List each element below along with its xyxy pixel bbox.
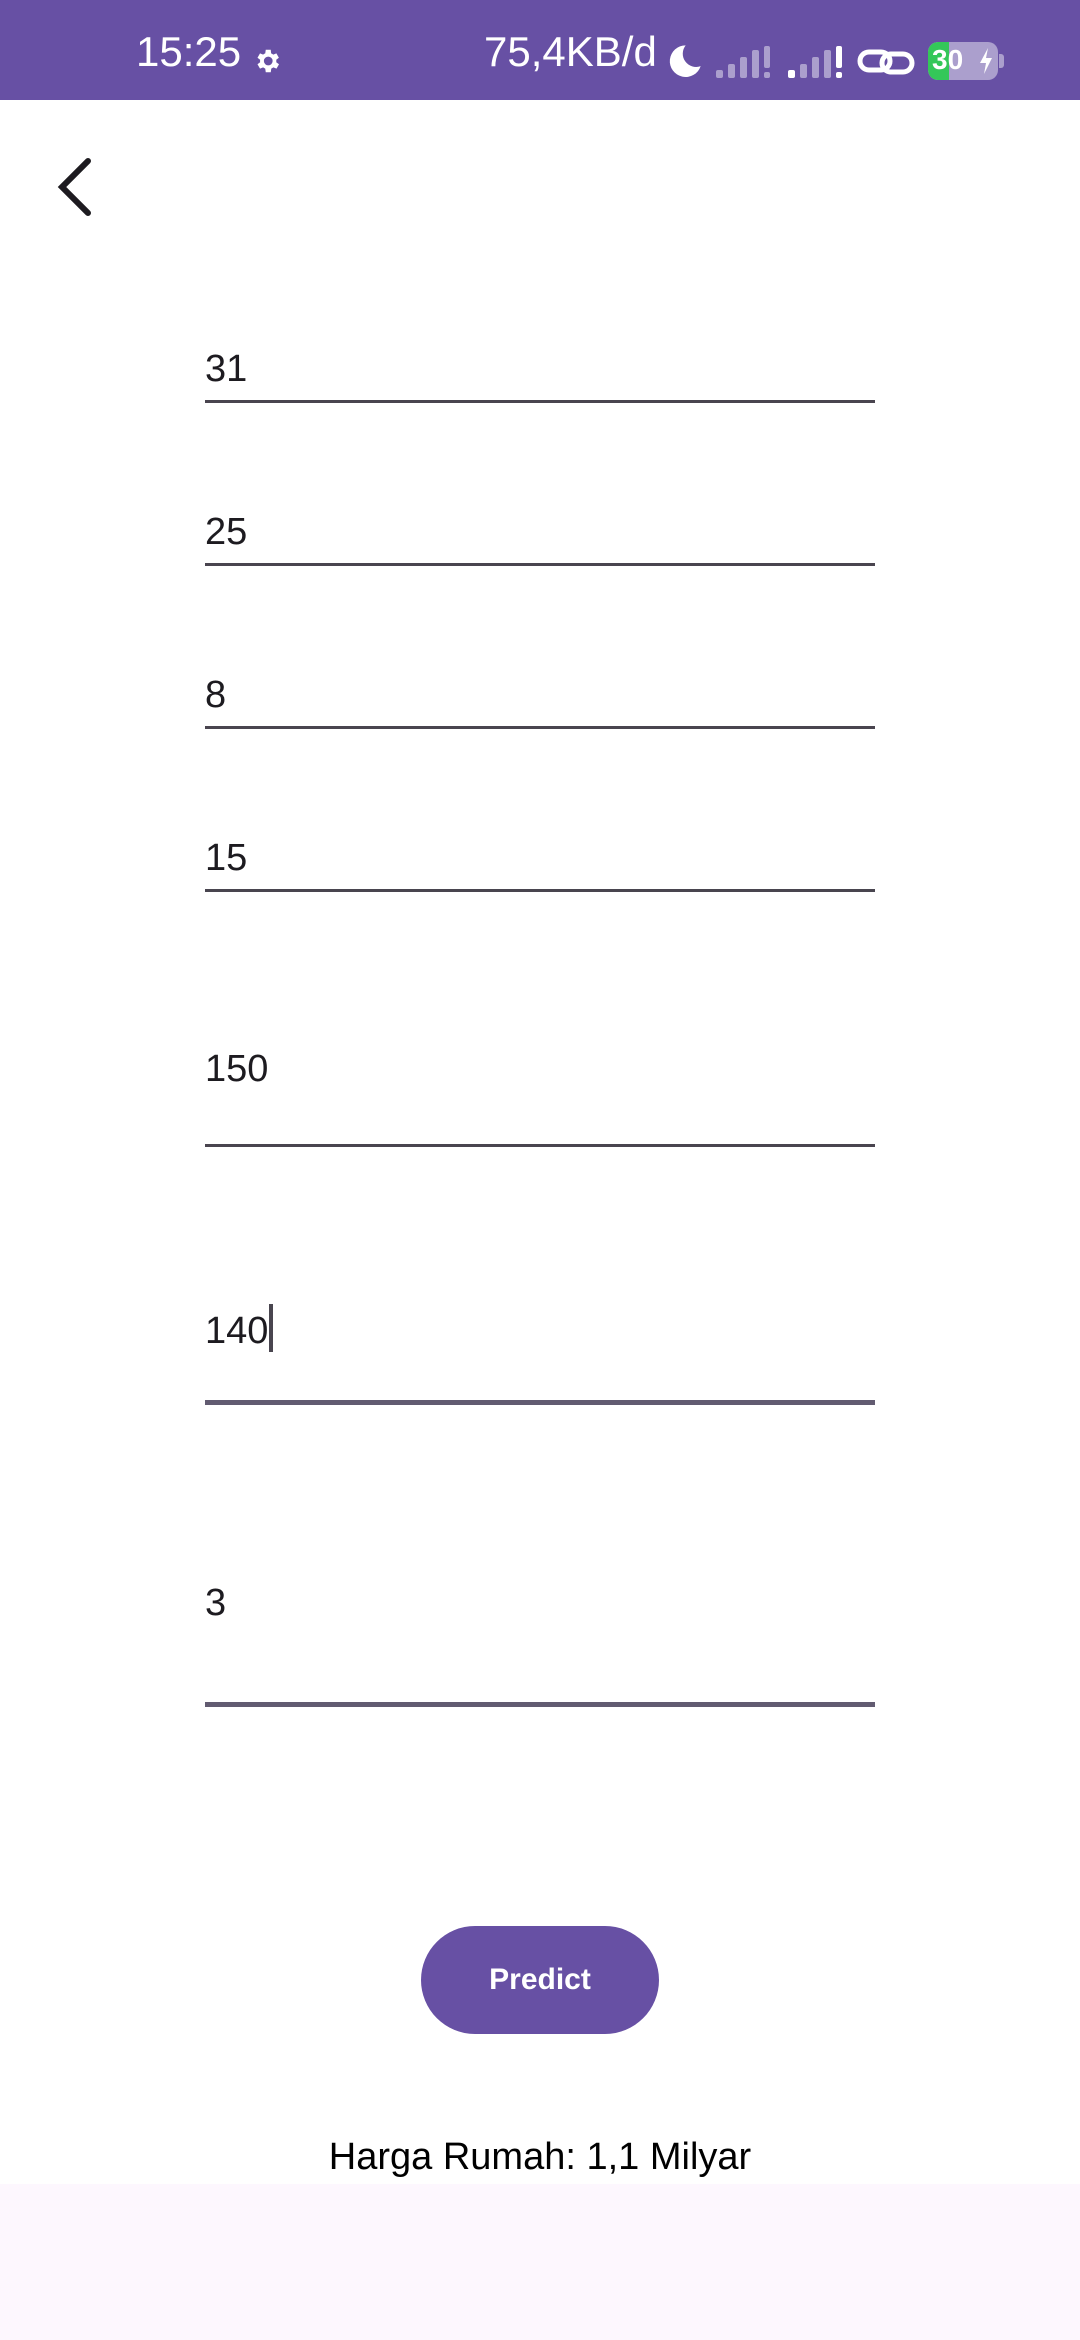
battery-level: 30 [932, 44, 964, 75]
input-underline-focused [205, 1400, 875, 1405]
moon-icon [669, 45, 701, 77]
input-underline [205, 563, 875, 566]
signal-icon [716, 46, 770, 78]
input-field-6[interactable]: 140 [205, 1286, 875, 1406]
signal-icon [788, 46, 842, 78]
input-field-7-value: 3 [205, 1582, 227, 1624]
input-field-1[interactable]: 31 [205, 338, 875, 408]
input-field-2-value: 25 [205, 511, 248, 553]
input-field-1-value: 31 [205, 348, 248, 390]
input-underline [205, 1144, 875, 1147]
input-field-4[interactable]: 15 [205, 827, 875, 897]
back-button[interactable] [40, 146, 112, 228]
charging-icon [980, 48, 992, 74]
input-field-7[interactable]: 3 [205, 1564, 875, 1710]
prediction-result: Harga Rumah: 1,1 Milyar [328, 2136, 752, 2178]
input-underline [205, 400, 875, 403]
status-time: 15:25 [136, 28, 242, 75]
input-underline [205, 726, 875, 729]
text-cursor [269, 1304, 274, 1352]
input-field-5[interactable]: 150 [205, 1030, 875, 1150]
battery-icon: 30 [928, 42, 1004, 80]
predict-button[interactable]: Predict [421, 1926, 659, 2034]
input-underline [205, 1702, 875, 1707]
input-field-6-value: 140 [205, 1310, 269, 1352]
input-field-2[interactable]: 25 [205, 501, 875, 571]
input-field-4-value: 15 [205, 837, 248, 879]
bottom-navigation-area [0, 2184, 1080, 2340]
chevron-left-icon [57, 158, 91, 216]
network-speed: 75,4KB/d [484, 28, 657, 75]
input-underline [205, 889, 875, 892]
input-field-5-value: 150 [205, 1048, 269, 1090]
status-bar: 15:25 75,4KB/d 30 [0, 0, 1080, 100]
input-field-3[interactable]: 8 [205, 664, 875, 734]
gear-icon [257, 49, 279, 73]
input-field-3-value: 8 [205, 674, 227, 716]
link-icon [857, 49, 915, 75]
